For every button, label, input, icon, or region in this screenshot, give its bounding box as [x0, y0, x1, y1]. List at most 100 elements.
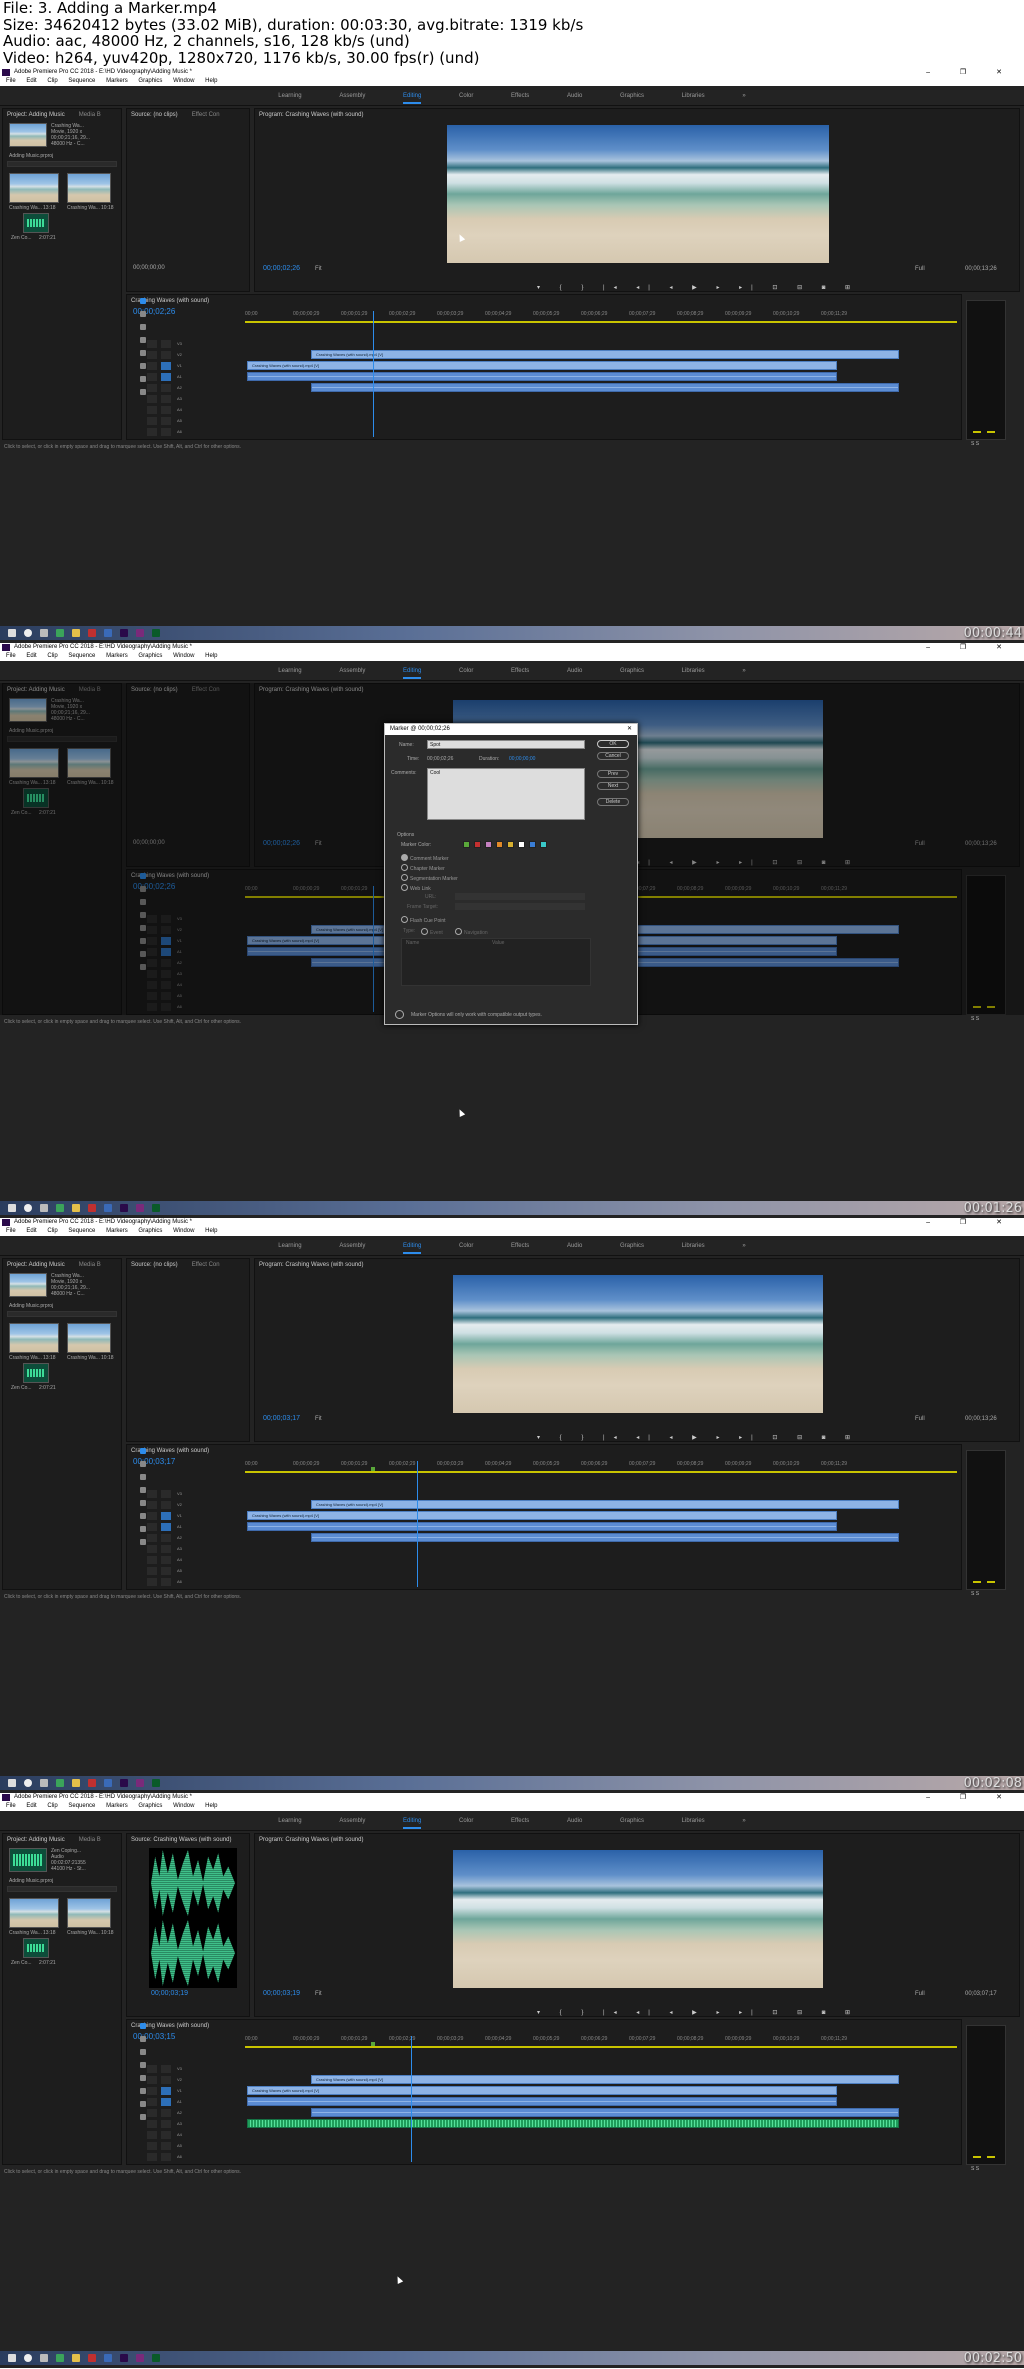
workspace-more-icon[interactable]: » — [742, 668, 745, 674]
track-target-icon[interactable] — [161, 428, 171, 436]
track-select-tool-icon[interactable] — [140, 311, 146, 317]
chrome-icon[interactable] — [56, 1204, 64, 1212]
next-button[interactable]: Next — [597, 782, 629, 790]
premiere-taskbar-icon[interactable] — [120, 1779, 128, 1787]
workspace-assembly[interactable]: Assembly — [339, 93, 365, 99]
work-area-bar[interactable] — [245, 1471, 957, 1473]
premiere-taskbar-icon[interactable] — [120, 2354, 128, 2362]
track-lock-icon[interactable] — [147, 1534, 157, 1542]
track-lock-icon[interactable] — [147, 406, 157, 414]
window-controls[interactable]: – ❐ ✕ — [926, 68, 1016, 77]
track-lock-icon[interactable] — [147, 2131, 157, 2139]
clip-v2[interactable]: Crashing Waves (with sound).mp4 [V] — [311, 2075, 899, 2084]
adobe-app-icon[interactable] — [136, 629, 144, 637]
track-lock-icon[interactable] — [147, 1556, 157, 1564]
track-lock-icon[interactable] — [147, 1501, 157, 1509]
task-view-icon[interactable] — [40, 1779, 48, 1787]
clip-a2[interactable] — [311, 1533, 899, 1542]
selection-tool-icon[interactable] — [140, 298, 146, 304]
pen-tool-icon[interactable] — [140, 1513, 146, 1519]
project-tab[interactable]: Project: Adding Music Media B — [3, 1834, 101, 1846]
clip-a2[interactable] — [311, 2108, 899, 2117]
windows-start-icon[interactable] — [8, 2354, 16, 2362]
window-controls[interactable]: – ❐ ✕ — [926, 1218, 1016, 1227]
menu-markers[interactable]: Markers — [106, 78, 128, 84]
media-player-icon[interactable] — [88, 1204, 96, 1212]
track-lock-icon[interactable] — [147, 2065, 157, 2073]
file-explorer-icon[interactable] — [72, 1779, 80, 1787]
track-target-icon[interactable] — [161, 340, 171, 348]
track-lock-icon[interactable] — [147, 1490, 157, 1498]
audition-icon[interactable] — [152, 1204, 160, 1212]
project-item-clip-1[interactable] — [9, 1898, 59, 1928]
premiere-taskbar-icon[interactable] — [120, 1204, 128, 1212]
timeline-ruler[interactable]: 00;00 00;00;00;29 00;00;01;29 00;00;02;29 00… — [245, 311, 963, 319]
track-lock-icon[interactable] — [147, 373, 157, 381]
workspace-assembly[interactable]: Assembly — [339, 1243, 365, 1249]
track-target-icon[interactable] — [161, 2131, 171, 2139]
window-controls[interactable]: – ❐ ✕ — [926, 1793, 1016, 1802]
track-lock-icon[interactable] — [147, 395, 157, 403]
track-select-tool-icon[interactable] — [140, 2036, 146, 2042]
track-target-icon[interactable] — [161, 395, 171, 403]
workspace-editing[interactable]: Editing — [403, 1818, 422, 1829]
media-player-icon[interactable] — [88, 2354, 96, 2362]
project-item-clip-2[interactable] — [67, 1323, 111, 1353]
project-tab[interactable]: Project: Adding Music Media B — [3, 109, 101, 121]
windows-start-icon[interactable] — [8, 629, 16, 637]
chrome-icon[interactable] — [56, 2354, 64, 2362]
track-target-icon[interactable] — [161, 1567, 171, 1575]
workspace-color[interactable]: Color — [459, 1818, 473, 1824]
windows-start-icon[interactable] — [8, 1779, 16, 1787]
track-lock-icon[interactable] — [147, 2087, 157, 2095]
track-target-icon[interactable] — [161, 2065, 171, 2073]
workspace-audio[interactable]: Audio — [567, 1243, 582, 1249]
steam-icon[interactable] — [104, 2354, 112, 2362]
menu-markers[interactable]: Markers — [106, 1803, 128, 1809]
project-tab[interactable]: Project: Adding Music Media B — [3, 1259, 101, 1271]
task-view-icon[interactable] — [40, 629, 48, 637]
menu-edit[interactable]: Edit — [26, 653, 36, 659]
menu-sequence[interactable]: Sequence — [68, 653, 95, 659]
workspace-audio[interactable]: Audio — [567, 93, 582, 99]
type-tool-icon[interactable] — [140, 389, 146, 395]
track-lock-icon[interactable] — [147, 2153, 157, 2161]
resolution-dropdown[interactable]: Full — [915, 1991, 925, 1997]
menu-clip[interactable]: Clip — [47, 1803, 57, 1809]
menu-markers[interactable]: Markers — [106, 1228, 128, 1234]
clip-a1[interactable] — [247, 372, 837, 381]
audition-icon[interactable] — [152, 629, 160, 637]
event-radio[interactable]: Event — [421, 928, 443, 936]
workspace-editing[interactable]: Editing — [403, 93, 422, 104]
work-area-bar[interactable] — [245, 2046, 957, 2048]
menu-clip[interactable]: Clip — [47, 1228, 57, 1234]
track-target-icon[interactable] — [161, 1578, 171, 1586]
marker-color-swatch[interactable] — [474, 841, 481, 848]
clip-a1[interactable] — [247, 1522, 837, 1531]
selection-tool-icon[interactable] — [140, 1448, 146, 1454]
pen-tool-icon[interactable] — [140, 363, 146, 369]
playhead[interactable] — [411, 2036, 412, 2162]
marker-color-swatch[interactable] — [507, 841, 514, 848]
source-tab[interactable]: Source: (no clips) Effect Con — [127, 1259, 220, 1271]
menu-clip[interactable]: Clip — [47, 78, 57, 84]
track-target-icon[interactable] — [161, 362, 171, 370]
window-controls[interactable]: – ❐ ✕ — [926, 643, 1016, 652]
workspace-effects[interactable]: Effects — [511, 1818, 529, 1824]
duration-value[interactable]: 00;00;00;00 — [509, 756, 535, 762]
workspace-effects[interactable]: Effects — [511, 1243, 529, 1249]
file-explorer-icon[interactable] — [72, 1204, 80, 1212]
marker-flag-icon[interactable] — [371, 2042, 375, 2046]
marker-color-swatch[interactable] — [496, 841, 503, 848]
track-target-icon[interactable] — [161, 351, 171, 359]
windows-start-icon[interactable] — [8, 1204, 16, 1212]
clip-v1[interactable]: Crashing Waves (with sound).mp4 [V] — [247, 2086, 837, 2095]
marker-color-swatch[interactable] — [463, 841, 470, 848]
comments-textarea[interactable]: Cool — [427, 768, 585, 820]
type-tool-icon[interactable] — [140, 2114, 146, 2120]
project-search-input[interactable] — [7, 1311, 117, 1317]
menu-window[interactable]: Window — [173, 78, 194, 84]
fit-dropdown[interactable]: Fit — [315, 266, 322, 272]
slip-tool-icon[interactable] — [140, 2075, 146, 2081]
task-view-icon[interactable] — [40, 1204, 48, 1212]
